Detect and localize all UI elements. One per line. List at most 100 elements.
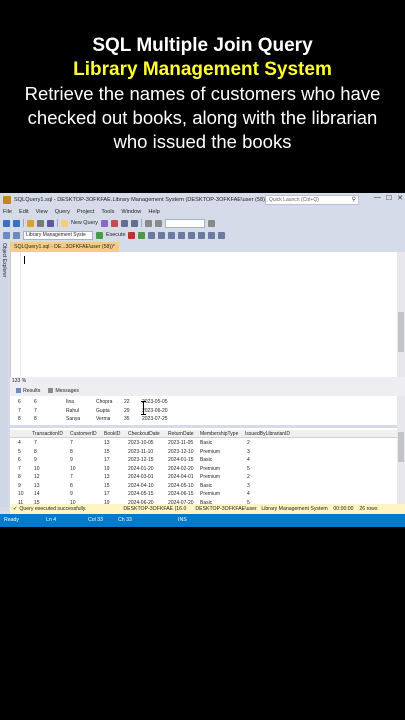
table-row[interactable]: 9 13 8 15 2024-04-10 2024-05-10 Basic 3 [10, 482, 397, 490]
insert-mode: INS [178, 517, 187, 523]
copy-icon[interactable] [120, 219, 128, 227]
results-scroll-thumb[interactable] [398, 432, 404, 462]
query-editor[interactable] [10, 252, 397, 377]
column-header[interactable]: CustomerID [70, 430, 97, 438]
table-cell: 12 [34, 474, 40, 480]
tab-sqlquery1[interactable]: SQLQuery1.sql - DE...3OFKFAE\user (58))* [10, 242, 119, 252]
column-header[interactable]: IssuedByLibrarianID [245, 430, 290, 438]
menu-tools[interactable]: Tools [101, 209, 114, 215]
undo-icon[interactable] [144, 219, 152, 227]
table-cell: 8 [18, 416, 21, 422]
table-cell: Sanya [66, 416, 81, 422]
table-cell: 2023-12-10 [168, 448, 194, 455]
open-icon[interactable] [37, 219, 44, 227]
table-cell: 29 [124, 407, 130, 414]
table-cell: 10 [18, 491, 24, 497]
status-server: DESKTOP-3OFKFAE (16.0 RTM) [123, 506, 187, 522]
results-scrollbar[interactable] [397, 396, 405, 504]
table-cell: 7 [34, 440, 37, 446]
menu-help[interactable]: Help [148, 209, 160, 215]
back-icon[interactable] [3, 219, 10, 227]
table-row[interactable]: 7 7 Rahul Gupta 29 2023-06-20 [10, 407, 397, 415]
menu-view[interactable]: View [36, 209, 48, 215]
column-header[interactable]: BookID [104, 430, 120, 438]
comment-icon[interactable] [198, 231, 206, 239]
table-row[interactable]: 8 12 7 13 2024-03-01 2024-04-01 Premium 2 [10, 473, 397, 481]
new-query-button[interactable]: New Query [71, 220, 98, 226]
table-cell: 13 [104, 474, 110, 480]
table-cell: 2024-01-20 [128, 465, 154, 472]
estimated-plan-icon[interactable] [148, 231, 156, 239]
cancel-query-icon[interactable] [128, 231, 136, 239]
table-cell: Premium [200, 474, 221, 480]
toolbar-separator [57, 219, 58, 227]
table-row[interactable]: 4 7 7 13 2023-10-05 2023-11-05 Basic 2 [10, 439, 397, 447]
find-icon[interactable] [207, 219, 215, 227]
column-header[interactable]: CheckoutDate [128, 430, 160, 438]
results-grid[interactable]: 6 6 Iina Chopra 22 2023-05-05 7 7 Rahul Gupta 29 20… [10, 396, 397, 504]
new-file-icon[interactable] [27, 219, 34, 227]
restore-button[interactable]: ☐ [386, 194, 392, 202]
table-header-row[interactable]: TransactionID CustomerID BookID CheckoutDat… [10, 430, 397, 438]
database-select[interactable]: Library Management Syste [23, 230, 93, 240]
menu-project[interactable]: Project [77, 209, 94, 215]
query-designer-icon[interactable] [158, 231, 166, 239]
parse-icon[interactable] [138, 231, 146, 239]
table-cell: 6 [18, 399, 21, 405]
tab-messages-label: Messages [55, 388, 79, 394]
menu-file[interactable]: File [3, 209, 12, 215]
execute-button[interactable]: Execute [106, 232, 125, 238]
menu-window[interactable]: Window [121, 209, 141, 215]
table-row[interactable]: 5 8 8 15 2023-11-10 2023-12-10 Premium 3 [10, 448, 397, 456]
zoom-level[interactable]: 133 % [10, 377, 405, 386]
solution-config-select[interactable] [164, 218, 205, 228]
grid-divider[interactable] [10, 425, 397, 428]
include-plan-icon[interactable] [168, 231, 176, 239]
database-query-icon[interactable] [100, 219, 108, 227]
table-cell: 2 [247, 440, 250, 446]
grid-icon [16, 388, 21, 394]
table-cell: 3 [247, 482, 250, 489]
table-row[interactable]: 8 8 Sanya Verma 35 2023-07-25 [10, 415, 397, 423]
column-header[interactable]: TransactionID [32, 430, 63, 438]
column-header[interactable]: ReturnDate [168, 430, 194, 438]
save-icon[interactable] [47, 219, 54, 227]
table-row[interactable]: 10 14 9 17 2024-05-15 2024-06-15 Premium 4 [10, 490, 397, 498]
close-button[interactable]: ✕ [397, 194, 403, 202]
minimize-button[interactable]: — [374, 194, 381, 202]
editor-scroll-thumb[interactable] [398, 312, 404, 352]
indent-icon[interactable] [218, 231, 226, 239]
table-cell: 8 [34, 448, 37, 455]
success-check-icon: ✔ [13, 506, 18, 512]
table-cell: 2024-05-15 [128, 491, 154, 497]
tab-messages[interactable]: Messages [48, 386, 79, 396]
column-header[interactable]: MembershipType [200, 430, 238, 438]
table-row[interactable]: 7 10 10 19 2024-01-20 2024-02-20 Premium 5 [10, 465, 397, 473]
results-tabs: Results Messages [10, 386, 405, 396]
tab-results[interactable]: Results [16, 386, 40, 396]
results-to-text-icon[interactable] [188, 231, 196, 239]
uncomment-icon[interactable] [208, 231, 216, 239]
quick-launch-input[interactable]: Quick Launch (Ctrl+Q) ⚲ [265, 195, 359, 205]
tab-results-label: Results [23, 388, 41, 394]
table-cell: Rahul [66, 407, 80, 414]
caption-title: SQL Multiple Join Query [92, 35, 313, 56]
change-connection-icon[interactable] [13, 231, 20, 239]
paste-icon[interactable] [130, 219, 138, 227]
results-to-grid-icon[interactable] [178, 231, 186, 239]
editor-scrollbar[interactable] [397, 252, 405, 377]
cut-icon[interactable] [110, 219, 118, 227]
table-row[interactable]: 6 6 Iina Chopra 22 2023-05-05 [10, 398, 397, 406]
ssms-app-icon [3, 196, 11, 204]
window-controls: — ☐ ✕ [374, 194, 403, 202]
redo-icon[interactable] [154, 219, 162, 227]
table-cell: 2023-10-05 [128, 440, 154, 446]
table-row[interactable]: 6 9 9 17 2023-12-15 2024-01-15 Basic 4 [10, 456, 397, 464]
forward-icon[interactable] [13, 219, 20, 227]
menu-query[interactable]: Query [55, 209, 70, 215]
menu-edit[interactable]: Edit [19, 209, 29, 215]
table-cell: Chopra [96, 399, 113, 405]
object-explorer-tab[interactable]: Object Explorer [0, 242, 8, 507]
connect-icon[interactable] [3, 231, 10, 239]
table-cell: 7 [34, 407, 37, 414]
